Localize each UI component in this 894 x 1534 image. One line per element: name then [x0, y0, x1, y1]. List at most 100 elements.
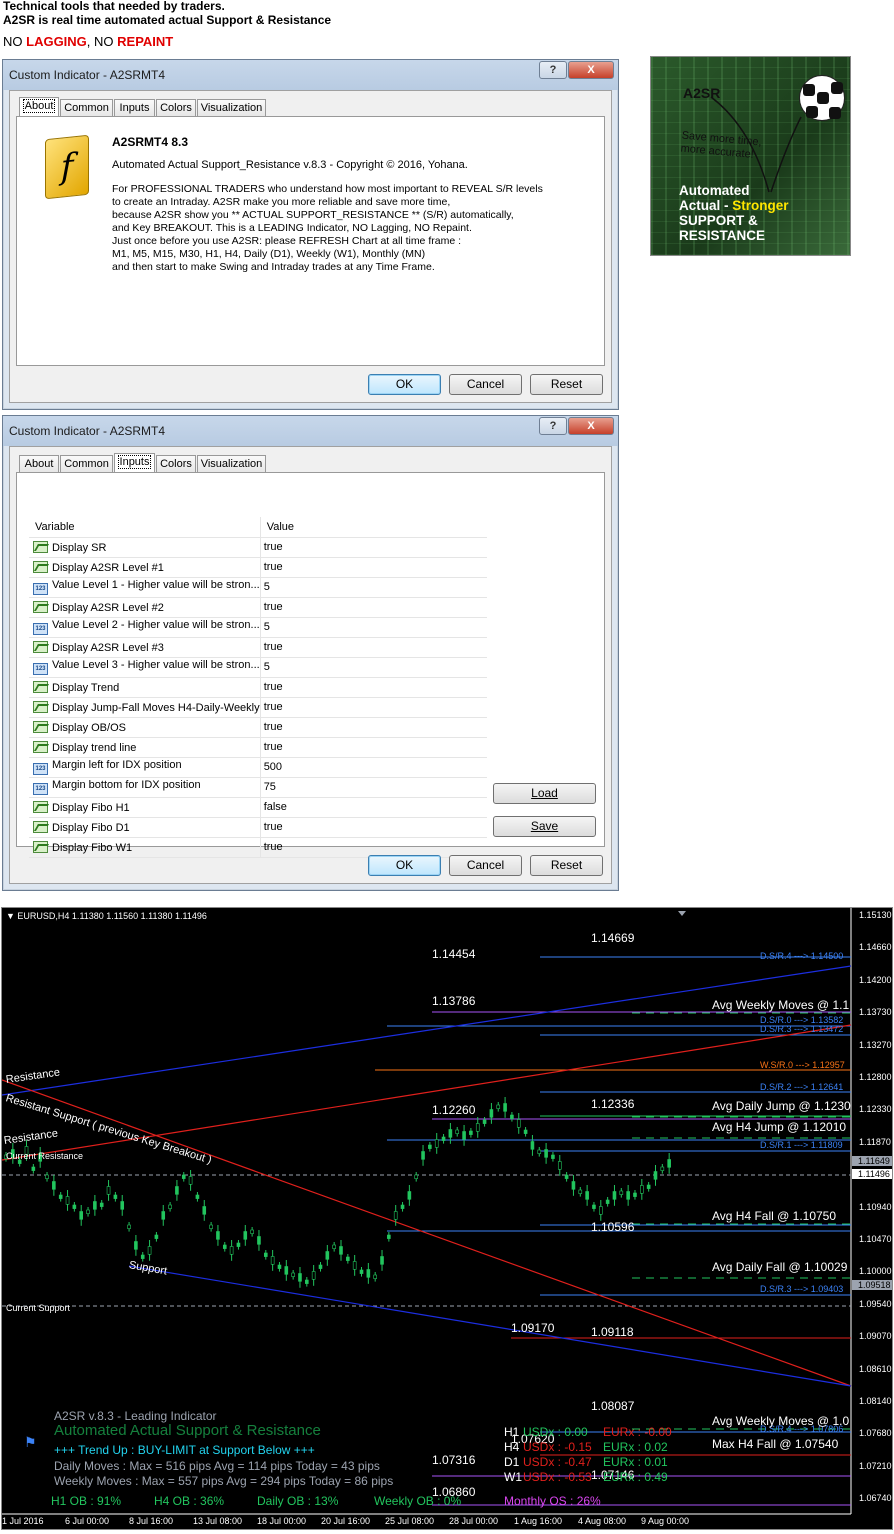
candle-body — [373, 1274, 377, 1279]
variable-cell: Display Fibo W1 — [29, 837, 261, 858]
close-button[interactable]: X — [568, 417, 614, 435]
value-cell[interactable]: true — [260, 697, 487, 718]
tab-colors[interactable]: Colors — [156, 99, 196, 117]
promo-line-stronger: Stronger — [732, 198, 789, 213]
price-chart[interactable]: ▼ EURUSD,H4 1.11380 1.11560 1.11380 1.11… — [1, 907, 893, 1530]
variable-cell: Display Jump-Fall Moves H4-Daily-Weekly — [29, 697, 261, 718]
table-row[interactable]: 123 Margin bottom for IDX position 75 — [29, 777, 487, 798]
candle-body — [298, 1273, 302, 1282]
variable-name: Display trend line — [52, 741, 137, 754]
variable-name: Value Level 3 - Higher value will be str… — [52, 659, 260, 671]
candle-body — [619, 1190, 624, 1195]
table-row[interactable]: Display OB/OS true — [29, 717, 487, 738]
info-line-2: Automated Actual Support & Resistance — [54, 1422, 321, 1439]
table-row[interactable]: Display A2SR Level #3 true — [29, 637, 487, 658]
cancel-button[interactable]: Cancel — [449, 855, 522, 876]
reset-button[interactable]: Reset — [530, 855, 603, 876]
table-row[interactable]: Display Jump-Fall Moves H4-Daily-Weekly t… — [29, 697, 487, 718]
variable-value: true — [263, 561, 283, 573]
help-button[interactable]: ? — [539, 61, 567, 79]
number-icon: 123 — [33, 763, 48, 775]
table-row[interactable]: 123 Value Level 2 - Higher value will be … — [29, 617, 487, 638]
header-line-2: A2SR is real time automated actual Suppo… — [3, 13, 332, 27]
value-cell[interactable]: 5 — [260, 657, 487, 678]
value-cell[interactable]: 5 — [260, 617, 487, 638]
chart-shift-marker — [678, 911, 686, 916]
value-cell[interactable]: false — [260, 797, 487, 818]
value-cell[interactable]: true — [260, 637, 487, 658]
variable-cell: Display A2SR Level #1 — [29, 557, 261, 578]
value-cell[interactable]: 75 — [260, 777, 487, 798]
close-button[interactable]: X — [568, 61, 614, 79]
value-cell[interactable]: true — [260, 817, 487, 838]
variable-value: true — [263, 641, 283, 653]
table-row[interactable]: 123 Value Level 1 - Higher value will be … — [29, 577, 487, 598]
variable-value: true — [263, 701, 283, 713]
tab-inputs[interactable]: Inputs — [114, 99, 155, 117]
tab-common[interactable]: Common — [60, 99, 113, 117]
value-cell[interactable]: true — [260, 677, 487, 698]
table-row[interactable]: 123 Value Level 3 - Higher value will be … — [29, 657, 487, 678]
tab-about[interactable]: About — [19, 97, 59, 118]
load-button[interactable]: Load — [493, 783, 596, 804]
value-cell[interactable]: true — [260, 597, 487, 618]
tab-common[interactable]: Common — [60, 455, 113, 473]
table-row[interactable]: Display SR true — [29, 537, 487, 558]
copyright-text: Automated Actual Support_Resistance v.8.… — [112, 159, 468, 171]
dialog-titlebar[interactable]: Custom Indicator - A2SRMT4 ? X — [3, 60, 618, 90]
graph-icon — [33, 840, 48, 853]
table-row[interactable]: Display Fibo D1 true — [29, 817, 487, 838]
table-row[interactable]: Display Trend true — [29, 677, 487, 698]
candle-body — [475, 1123, 480, 1132]
reset-button[interactable]: Reset — [530, 374, 603, 395]
variable-name: Margin left for IDX position — [52, 759, 182, 771]
monthly-os: Monthly OS : 26% — [504, 1494, 601, 1508]
candle-body — [592, 1204, 596, 1209]
variable-value: false — [263, 801, 287, 813]
sr-label: D.S/R.1 ---> 1.11809 — [760, 1140, 843, 1150]
table-row[interactable]: Display A2SR Level #2 true — [29, 597, 487, 618]
candle-body — [653, 1171, 658, 1180]
ok-button[interactable]: OK — [368, 374, 441, 395]
dialog-titlebar[interactable]: Custom Indicator - A2SRMT4 ? X — [3, 416, 618, 446]
value-cell[interactable]: true — [260, 837, 487, 858]
help-button[interactable]: ? — [539, 417, 567, 435]
save-button[interactable]: Save — [493, 816, 596, 837]
table-row[interactable]: Display Fibo W1 true — [29, 837, 487, 858]
cancel-button[interactable]: Cancel — [449, 374, 522, 395]
level-label: 1.12336 — [591, 1097, 635, 1111]
about-panel: f A2SRMT4 8.3 Automated Actual Support_R… — [16, 116, 605, 366]
tab-visualization[interactable]: Visualization — [197, 455, 266, 473]
variable-value: 75 — [263, 781, 276, 793]
value-cell[interactable]: 500 — [260, 757, 487, 778]
variable-value: true — [263, 681, 283, 693]
time-tick: 13 Jul 08:00 — [193, 1516, 243, 1526]
value-cell[interactable]: true — [260, 717, 487, 738]
tab-about[interactable]: About — [19, 455, 59, 473]
candle-body — [578, 1189, 583, 1194]
header-no-2: , NO — [86, 34, 118, 49]
value-cell[interactable]: true — [260, 737, 487, 758]
table-row[interactable]: 123 Margin left for IDX position 500 — [29, 757, 487, 778]
graph-icon — [33, 640, 48, 653]
variable-cell: Display OB/OS — [29, 717, 261, 738]
value-cell[interactable]: true — [260, 537, 487, 558]
ok-button[interactable]: OK — [368, 855, 441, 876]
candle-body — [45, 1174, 49, 1179]
info-line-1: A2SR v.8.3 - Leading Indicator — [54, 1409, 217, 1423]
candle-body — [469, 1130, 473, 1135]
product-title: A2SRMT4 8.3 — [112, 135, 189, 149]
col-value[interactable]: Value — [260, 517, 487, 538]
table-row[interactable]: Display A2SR Level #1 true — [29, 557, 487, 578]
tab-inputs[interactable]: Inputs — [114, 453, 155, 474]
value-cell[interactable]: true — [260, 557, 487, 578]
table-row[interactable]: Display trend line true — [29, 737, 487, 758]
table-row[interactable]: Display Fibo H1 false — [29, 797, 487, 818]
value-cell[interactable]: 5 — [260, 577, 487, 598]
tab-colors[interactable]: Colors — [156, 455, 196, 473]
candle-body — [537, 1149, 542, 1154]
tab-visualization[interactable]: Visualization — [197, 99, 266, 117]
dialog-body: About Common Inputs Colors Visualization… — [9, 90, 612, 403]
idx-timeframe: W1 — [504, 1470, 522, 1484]
col-variable[interactable]: Variable — [29, 517, 261, 538]
